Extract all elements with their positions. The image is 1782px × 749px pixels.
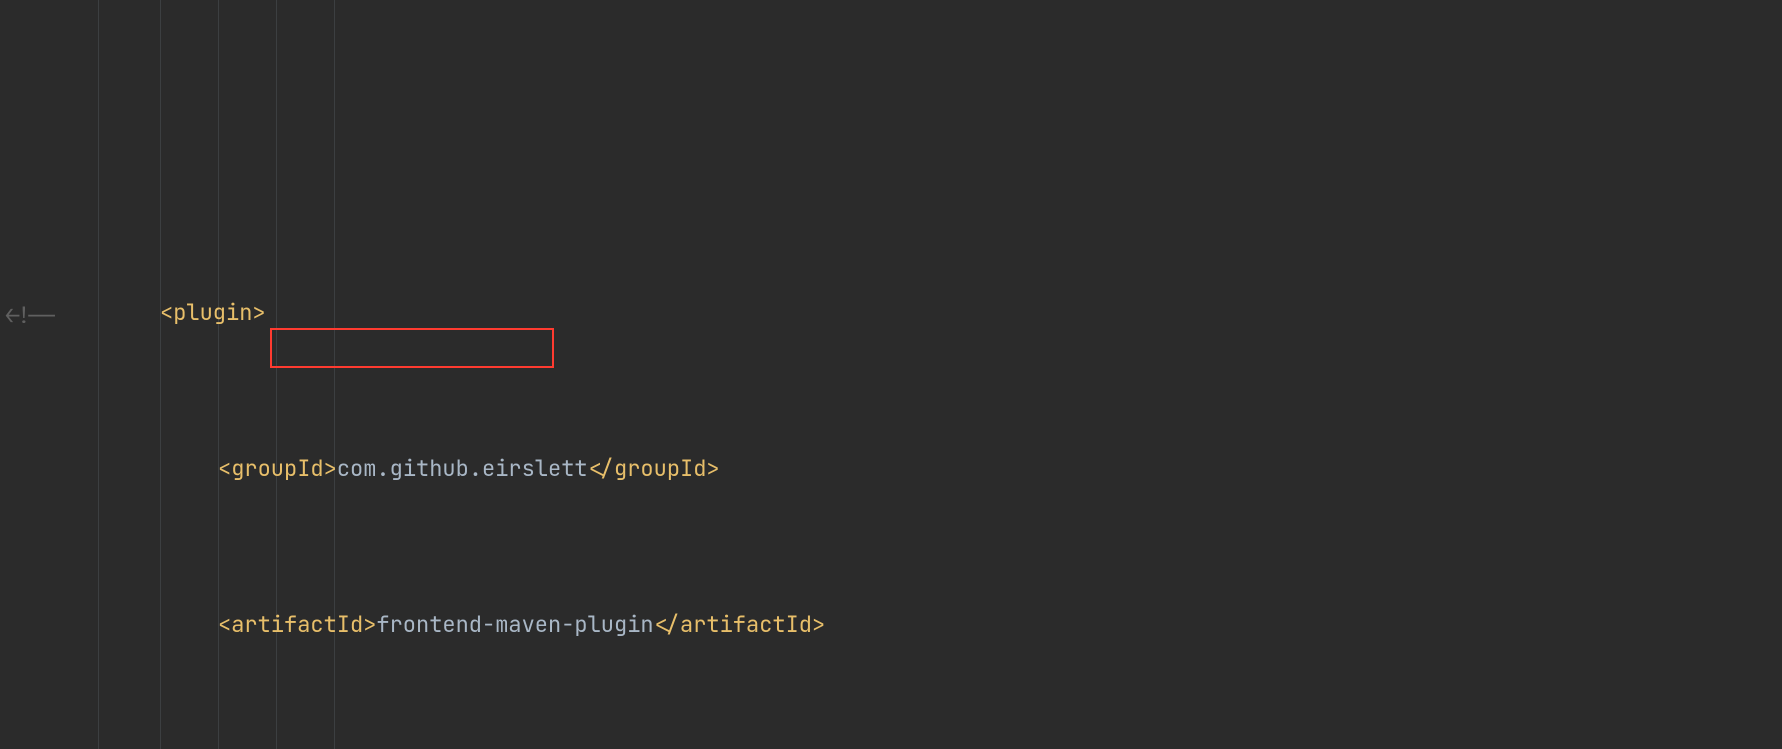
code-area[interactable]: </plugin> <plugin> <groupId>com.github.e… xyxy=(0,0,1782,749)
code-editor[interactable]: <!-- </plugin> <plugin> <groupId>com.git… xyxy=(0,0,1782,749)
code-line[interactable]: <artifactId>frontend-maven-plugin</artif… xyxy=(0,605,1782,644)
xml-tag: </artifactId> xyxy=(654,610,826,639)
xml-tag: <groupId> xyxy=(218,454,337,483)
code-line[interactable]: <plugin> xyxy=(0,293,1782,332)
xml-tag-plugin-open: <plugin> xyxy=(160,298,266,327)
code-line[interactable]: <groupId>com.github.eirslett</groupId> xyxy=(0,449,1782,488)
xml-text: frontend-maven-plugin xyxy=(376,610,653,639)
xml-tag: </groupId> xyxy=(588,454,720,483)
xml-text: com.github.eirslett xyxy=(337,454,588,483)
xml-tag: <artifactId> xyxy=(218,610,376,639)
code-line[interactable]: </plugin> xyxy=(0,156,1782,176)
